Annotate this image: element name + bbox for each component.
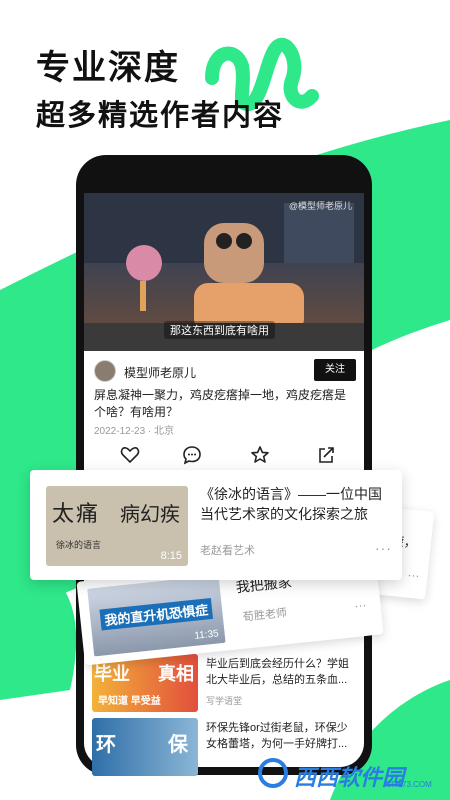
post-text: 屏息凝神一聚力，鸡皮疙瘩掉一地，鸡皮疙瘩是个啥？有啥用？ [94,388,347,419]
more-options-icon[interactable]: ··· [375,540,392,556]
post-meta: 2022-12-23 · 北京 [94,422,174,437]
thumb-caption: 我的直升机恐惧症 [99,597,214,631]
site-watermark-logo: 西西软件园 CR173.COM [258,756,438,790]
thumb-caption: 徐冰的语言 [56,540,102,550]
feed-thumb-text: 环 [96,734,116,756]
promo-headline: 专业深度 [36,49,180,87]
promo-subhead: 超多精选作者内容 [36,100,285,132]
follow-button[interactable]: 关注 [314,359,356,381]
logo-site-text: CR173.COM [386,780,432,789]
thumb-duration: 11:35 [193,628,220,642]
comment-icon[interactable] [182,445,202,465]
feed-source: 写学语堂 [206,696,243,706]
post-location: 北京 [154,426,175,437]
video-subtitle: 那这东西到底有啥用 [164,321,275,339]
video-watermark: @模型师老原儿 [288,201,352,211]
author-avatar[interactable] [94,360,116,382]
feed-thumb-text: 真相 [158,664,194,684]
card-author: 荀胜老师 [242,607,288,624]
share-icon[interactable] [316,445,336,465]
feed-title: 毕业后到底会经历什么？学姐北大毕业后，总结的五条血... [206,658,349,686]
card-thumbnail: 我的直升机恐惧症 11:35 [87,575,226,657]
logo-ring-icon [258,758,288,788]
card-thumbnail: 太痛 病幻疾 徐冰的语言 8:15 [46,486,188,566]
star-icon[interactable] [250,445,270,465]
post-date: 2022-12-23 [94,426,146,437]
thumb-calligraphy: 太痛 [52,502,101,527]
feed-item[interactable]: 毕业 真相 早知道 早受益 毕业后到底会经历什么？学姐北大毕业后，总结的五条血.… [92,654,354,714]
feed-thumb-caption: 早知道 早受益 [98,696,161,707]
author-name[interactable]: 模型师老原儿 [124,364,196,381]
author-row: 模型师老原儿 关注 [94,358,356,384]
card-author[interactable]: 老赵看艺术 [200,542,255,558]
more-options-icon[interactable]: ··· [407,568,420,583]
meta-separator: · [145,426,155,437]
card-title: 《徐冰的语言》——一位中国当代艺术家的文化探索之旅 [200,486,382,522]
content-card-featured[interactable]: 太痛 病幻疾 徐冰的语言 8:15 《徐冰的语言》——一位中国当代艺术家的文化探… [30,470,402,580]
thumb-calligraphy: 病幻疾 [120,502,180,526]
video-player[interactable]: @模型师老原儿 那这东西到底有啥用 [84,193,364,351]
feed-title: 环保先锋or过街老鼠，环保少女格蕾塔，为何一手好牌打... [206,722,348,750]
thumb-duration: 8:15 [160,550,182,562]
heart-icon[interactable] [120,445,140,465]
feed-thumb-text: 保 [168,734,188,756]
feed-thumbnail: 环 保 [92,718,198,776]
action-bar [84,445,364,469]
more-options-icon[interactable]: ··· [354,598,367,613]
